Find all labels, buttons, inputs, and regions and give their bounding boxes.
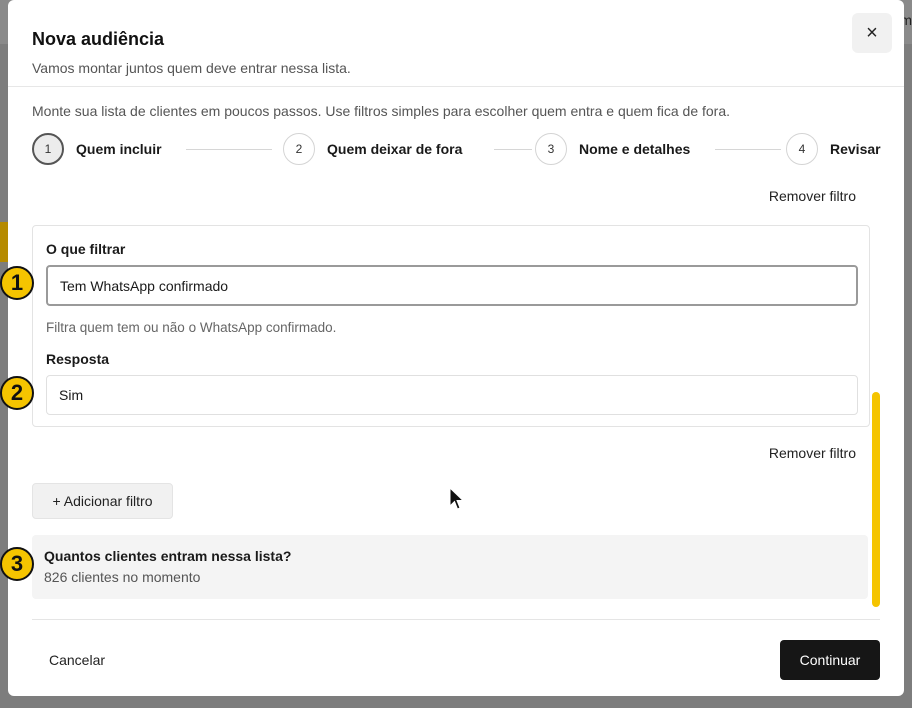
cancel-button[interactable]: Cancelar bbox=[32, 640, 122, 680]
dialog-subtitle: Vamos montar juntos quem deve entrar nes… bbox=[32, 60, 351, 76]
answer-select[interactable]: Sim bbox=[46, 375, 858, 415]
filter-help-text: Filtra quem tem ou não o WhatsApp confir… bbox=[46, 320, 337, 335]
stepper: 1 Quem incluir 2 Quem deixar de fora 3 N… bbox=[32, 133, 881, 165]
step-quem-incluir[interactable]: 1 Quem incluir bbox=[32, 133, 162, 165]
header-divider bbox=[8, 86, 904, 87]
filters-scroll-area[interactable]: Remover filtro O que filtrar Tem WhatsAp… bbox=[32, 188, 880, 608]
new-audience-dialog: Nova audiência Vamos montar juntos quem … bbox=[8, 0, 904, 696]
audience-count-box: Quantos clientes entram nessa lista? 826… bbox=[32, 535, 868, 599]
filter-card: O que filtrar Tem WhatsApp confirmado Fi… bbox=[32, 225, 870, 427]
step-label: Quem incluir bbox=[76, 141, 162, 157]
scrollbar[interactable] bbox=[871, 188, 881, 608]
step-quem-deixar-de-fora[interactable]: 2 Quem deixar de fora bbox=[283, 133, 462, 165]
step-label: Revisar bbox=[830, 141, 881, 157]
footer-divider bbox=[32, 619, 880, 620]
filter-field-value: Tem WhatsApp confirmado bbox=[60, 277, 229, 294]
answer-label: Resposta bbox=[46, 351, 110, 367]
scrollbar-thumb[interactable] bbox=[872, 392, 880, 607]
dialog-title: Nova audiência bbox=[32, 29, 165, 49]
add-filter-button[interactable]: + Adicionar filtro bbox=[32, 483, 173, 519]
step-nome-e-detalhes[interactable]: 3 Nome e detalhes bbox=[535, 133, 690, 165]
intro-text: Monte sua lista de clientes em poucos pa… bbox=[32, 103, 731, 119]
step-number: 3 bbox=[535, 133, 567, 165]
step-number: 1 bbox=[32, 133, 64, 165]
mouse-cursor-icon bbox=[449, 487, 465, 510]
step-number: 4 bbox=[786, 133, 818, 165]
filter-field-select[interactable]: Tem WhatsApp confirmado bbox=[46, 265, 858, 306]
count-value: 826 clientes no momento bbox=[44, 569, 201, 585]
annotation-badge-1: 1 bbox=[0, 266, 34, 300]
step-label: Nome e detalhes bbox=[579, 141, 691, 157]
remove-filter-button[interactable]: Remover filtro bbox=[769, 445, 856, 461]
continue-button[interactable]: Continuar bbox=[780, 640, 880, 680]
step-connector bbox=[715, 149, 781, 150]
step-connector bbox=[186, 149, 272, 150]
filter-field-label: O que filtrar bbox=[46, 241, 126, 257]
answer-value: Sim bbox=[59, 387, 84, 403]
close-icon: × bbox=[866, 21, 878, 44]
background-accent bbox=[0, 222, 8, 262]
close-button[interactable]: × bbox=[852, 13, 892, 53]
annotation-badge-2: 2 bbox=[0, 376, 34, 410]
count-question: Quantos clientes entram nessa lista? bbox=[44, 548, 292, 564]
step-revisar[interactable]: 4 Revisar bbox=[786, 133, 881, 165]
remove-filter-button[interactable]: Remover filtro bbox=[769, 188, 856, 204]
annotation-badge-3: 3 bbox=[0, 547, 34, 581]
step-connector bbox=[494, 149, 532, 150]
step-label: Quem deixar de fora bbox=[327, 141, 463, 157]
step-number: 2 bbox=[283, 133, 315, 165]
